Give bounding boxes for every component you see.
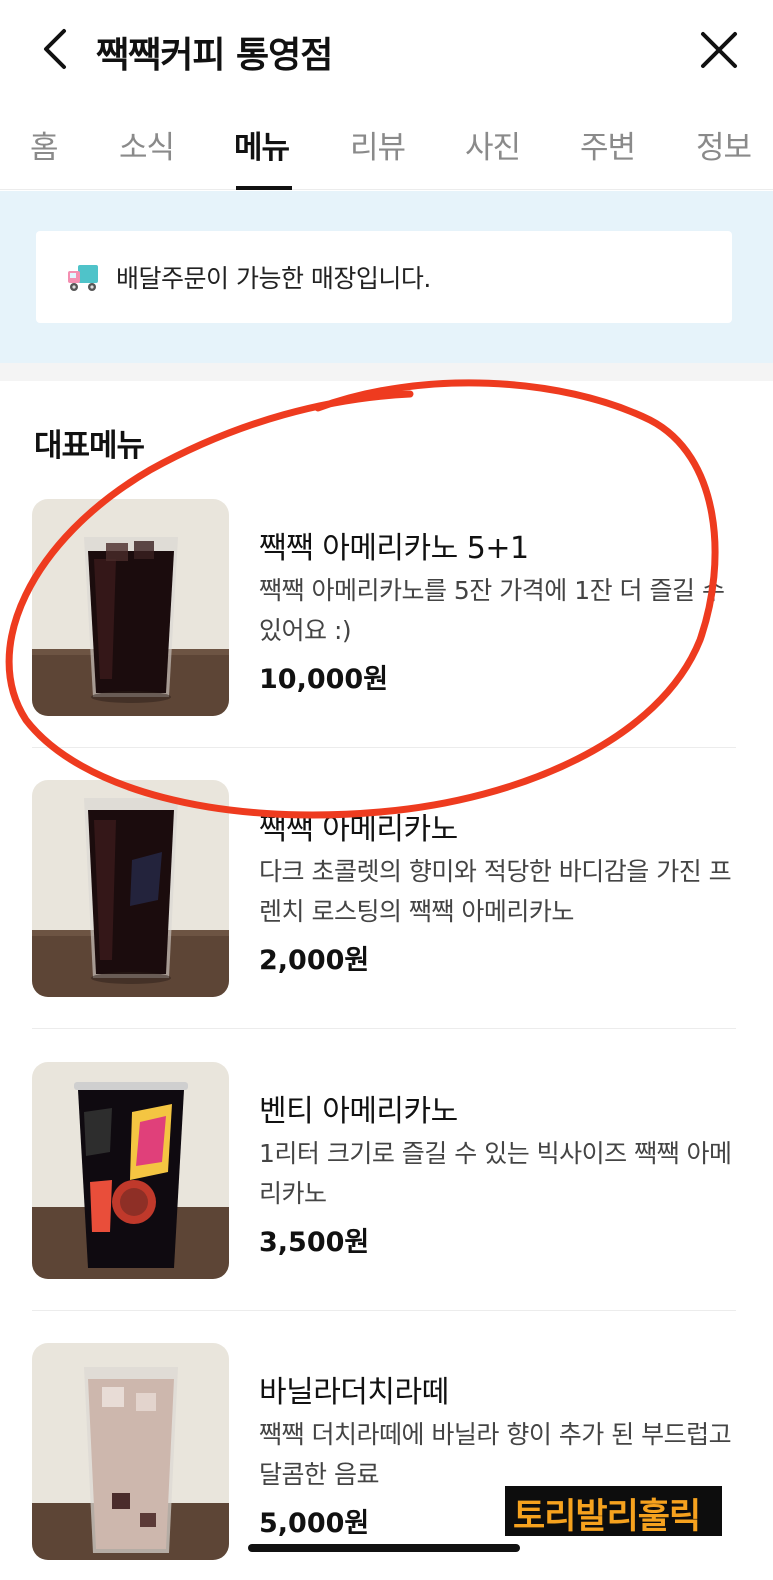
page-title: 짹짹커피 통영점	[96, 35, 333, 76]
menu-item-name: 벤티 아메리카노	[259, 1094, 458, 1129]
menu-item-description: 다크 초콜렛의 향미와 적당한 바디감을 가진 프렌치 로스팅의 짹짹 아메리카…	[259, 857, 732, 926]
tab-photos[interactable]: 사진	[465, 122, 521, 167]
menu-item[interactable]: 짹짹 아메리카노 5+1 짹짹 아메리카노를 5잔 가격에 1잔 더 즐길 수 …	[0, 499, 773, 780]
delivery-banner[interactable]: 배달주문이 가능한 매장입니다.	[36, 231, 732, 323]
tab-menu[interactable]: 메뉴	[234, 122, 290, 167]
menu-item-photo	[32, 780, 229, 997]
menu-item-description: 짹짹 아메리카노를 5잔 가격에 1잔 더 즐길 수 있어요 :)	[259, 576, 725, 645]
menu-item-price: 2,000원	[259, 945, 370, 976]
delivery-banner-area: 배달주문이 가능한 매장입니다.	[0, 191, 773, 363]
active-tab-indicator	[236, 186, 292, 190]
watermark: 토리발리훌릭	[505, 1486, 722, 1536]
menu-item-description: 1리터 크기로 즐길 수 있는 빅사이즈 짹짹 아메리카노	[259, 1139, 732, 1208]
back-button[interactable]	[30, 24, 80, 74]
home-indicator[interactable]	[248, 1544, 520, 1552]
header: 짹짹커피 통영점	[0, 0, 773, 100]
section-title: 대표메뉴	[34, 428, 145, 464]
menu-item-photo	[32, 1343, 229, 1560]
tab-news[interactable]: 소식	[119, 122, 175, 167]
divider	[32, 1028, 736, 1029]
close-button[interactable]	[691, 22, 747, 78]
delivery-truck-icon	[68, 265, 98, 291]
tab-info[interactable]: 정보	[696, 122, 752, 167]
menu-item-name: 바닐라더치라떼	[259, 1375, 449, 1410]
menu-item-price: 5,000원	[259, 1508, 370, 1539]
tab-reviews[interactable]: 리뷰	[350, 122, 406, 167]
tab-bar: 홈 소식 메뉴 리뷰 사진 주변 정보	[0, 100, 773, 190]
menu-item[interactable]: 짹짹 아메리카노 다크 초콜렛의 향미와 적당한 바디감을 가진 프렌치 로스팅…	[0, 780, 773, 1061]
tab-home[interactable]: 홈	[30, 122, 59, 167]
menu-item-photo	[32, 499, 229, 716]
close-icon	[701, 32, 737, 68]
delivery-banner-text: 배달주문이 가능한 매장입니다.	[116, 264, 431, 293]
app-root: 짹짹커피 통영점 홈 소식 메뉴 리뷰 사진 주변 정보 배달주문이 가능한 매…	[0, 0, 773, 1580]
section-separator	[0, 363, 773, 381]
menu-item-photo	[32, 1062, 229, 1279]
divider	[32, 747, 736, 748]
divider	[32, 1310, 736, 1311]
menu-item-price: 10,000원	[259, 664, 389, 695]
menu-item-description: 짹짹 더치라떼에 바닐라 향이 추가 된 부드럽고 달콤한 음료	[259, 1420, 732, 1489]
menu-item[interactable]: 벤티 아메리카노 1리터 크기로 즐길 수 있는 빅사이즈 짹짹 아메리카노 3…	[0, 1062, 773, 1343]
tab-nearby[interactable]: 주변	[580, 122, 636, 167]
menu-item-name: 짹짹 아메리카노 5+1	[259, 531, 529, 566]
menu-item-name: 짹짹 아메리카노	[259, 812, 458, 847]
menu-item-price: 3,500원	[259, 1227, 370, 1258]
chevron-left-icon	[44, 29, 66, 69]
